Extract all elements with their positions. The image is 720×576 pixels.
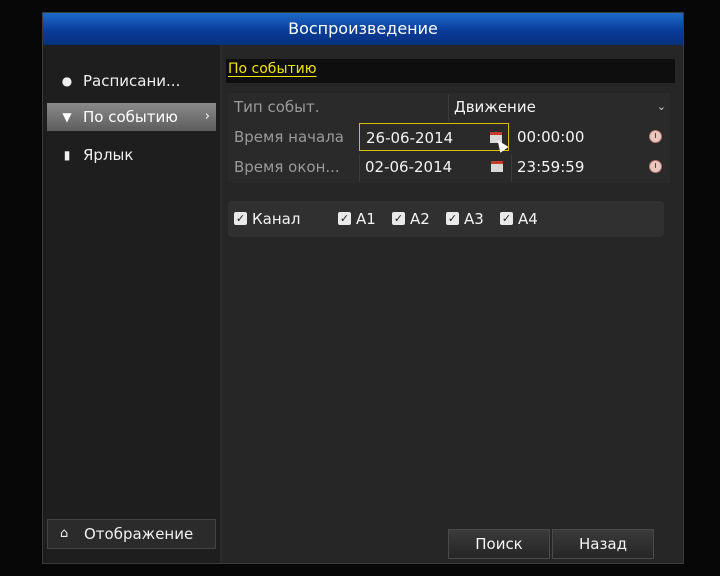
checkmark-icon: ✓: [234, 212, 247, 225]
event-type-select[interactable]: Движение ⌄: [448, 93, 670, 121]
sidebar-item-by-event[interactable]: ▼ По событию ›: [47, 103, 216, 131]
checkmark-icon: ✓: [500, 212, 513, 225]
clock-icon[interactable]: [649, 130, 662, 143]
checkmark-icon: ✓: [446, 212, 459, 225]
sidebar: ● Расписани... ▼ По событию › ▮ Ярлык ⌂ …: [43, 45, 222, 563]
event-type-value: Движение: [454, 98, 536, 116]
playback-window: Воспроизведение ● Расписани... ▼ По собы…: [42, 12, 684, 564]
end-date-field[interactable]: 02-06-2014: [359, 153, 509, 181]
sidebar-item-tag[interactable]: ▮ Ярлык: [47, 141, 216, 169]
back-button[interactable]: Назад: [552, 529, 654, 559]
channel-a1-checkbox[interactable]: ✓ A1: [338, 210, 376, 228]
channel-a2-checkbox[interactable]: ✓ A2: [392, 210, 430, 228]
sidebar-item-label: По событию: [83, 108, 178, 126]
channel-all-checkbox[interactable]: ✓ Канал: [234, 210, 300, 228]
sidebar-item-label: Ярлык: [83, 146, 134, 164]
search-button[interactable]: Поиск: [448, 529, 550, 559]
main-content: По событию Тип событ. Движение ⌄ Время н…: [222, 45, 683, 563]
sidebar-item-label: Расписани...: [83, 72, 181, 90]
calendar-icon[interactable]: [491, 161, 503, 172]
event-type-row: Тип событ. Движение ⌄: [228, 93, 670, 123]
channel-a3-checkbox[interactable]: ✓ A3: [446, 210, 484, 228]
display-button[interactable]: ⌂ Отображение: [47, 519, 216, 549]
tab-bar: По событию: [226, 59, 675, 83]
chevron-down-icon: ⌄: [656, 100, 666, 113]
tab-by-event[interactable]: По событию: [228, 61, 317, 77]
checkmark-icon: ✓: [338, 212, 351, 225]
chevron-right-icon: ›: [204, 109, 210, 124]
display-button-label: Отображение: [84, 525, 194, 543]
sidebar-item-schedule[interactable]: ● Расписани...: [47, 67, 216, 95]
channel-a4-checkbox[interactable]: ✓ A4: [500, 210, 538, 228]
end-time-row: Время окон... 02-06-2014 23:59:59: [228, 153, 670, 183]
start-time-value: 00:00:00: [517, 128, 585, 146]
start-date-value: 26-06-2014: [366, 129, 454, 147]
event-pin-icon: ▼: [62, 110, 72, 124]
end-time-label: Время окон...: [234, 158, 340, 176]
start-time-label: Время начала: [234, 128, 344, 146]
clock-icon[interactable]: [649, 160, 662, 173]
start-time-field[interactable]: 00:00:00: [511, 123, 666, 151]
search-form: Тип событ. Движение ⌄ Время начала 26-06…: [228, 93, 670, 183]
play-circle-icon: ●: [61, 74, 73, 88]
channel-selector: ✓ Канал ✓ A1 ✓ A2 ✓ A3 ✓ A4: [228, 201, 664, 237]
home-icon: ⌂: [60, 526, 69, 541]
start-time-row: Время начала 26-06-2014 00:00:00: [228, 123, 670, 153]
end-date-value: 02-06-2014: [365, 158, 453, 176]
checkmark-icon: ✓: [392, 212, 405, 225]
event-type-label: Тип событ.: [234, 98, 320, 116]
start-date-field[interactable]: 26-06-2014: [359, 123, 509, 151]
end-time-value: 23:59:59: [517, 158, 585, 176]
bookmark-icon: ▮: [63, 148, 71, 162]
end-time-field[interactable]: 23:59:59: [511, 153, 666, 181]
window-title: Воспроизведение: [43, 13, 683, 46]
